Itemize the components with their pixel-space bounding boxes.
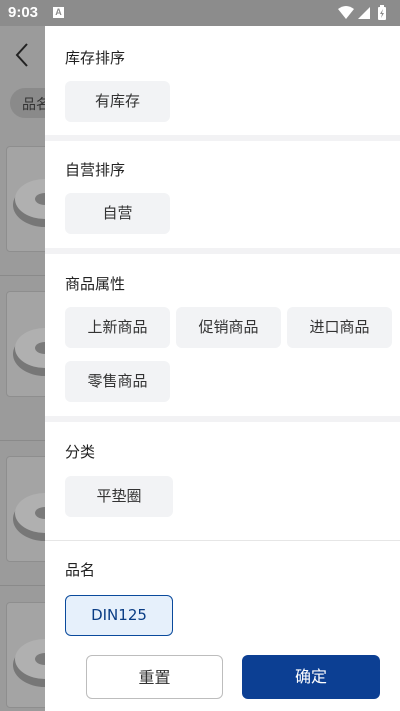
section-divider [45, 248, 400, 254]
filter-drawer: 库存排序 有库存 自营排序 自营 商品属性 上新商品 促销商品 进口商品 零售商… [45, 26, 400, 711]
status-bar: 9:03 A [0, 0, 400, 26]
section-divider [45, 135, 400, 141]
product-name-title: 品名 [65, 561, 96, 579]
confirm-button[interactable]: 确定 [242, 655, 380, 699]
back-arrow-icon[interactable] [14, 42, 30, 72]
chip-din125[interactable]: DIN125 [65, 595, 173, 636]
chip-promotions[interactable]: 促销商品 [176, 307, 281, 348]
background-divider [0, 275, 45, 276]
chip-retail[interactable]: 零售商品 [65, 361, 170, 402]
reset-button[interactable]: 重置 [86, 655, 223, 699]
background-divider [0, 585, 45, 586]
status-icons [338, 5, 392, 21]
stock-sort-title: 库存排序 [65, 49, 126, 67]
chip-in-stock[interactable]: 有库存 [65, 81, 170, 122]
notification-a-icon: A [53, 7, 64, 18]
chip-self-operated[interactable]: 自营 [65, 193, 170, 234]
section-divider [45, 540, 400, 541]
chip-imported[interactable]: 进口商品 [287, 307, 392, 348]
background-divider [0, 440, 45, 441]
wifi-signal-battery-icon [338, 5, 386, 20]
attributes-title: 商品属性 [65, 275, 126, 293]
chip-new-arrivals[interactable]: 上新商品 [65, 307, 170, 348]
status-time: 9:03 [8, 4, 39, 21]
chip-flat-washer[interactable]: 平垫圈 [65, 476, 173, 517]
category-title: 分类 [65, 443, 96, 461]
section-divider [45, 416, 400, 422]
self-sort-title: 自营排序 [65, 161, 126, 179]
